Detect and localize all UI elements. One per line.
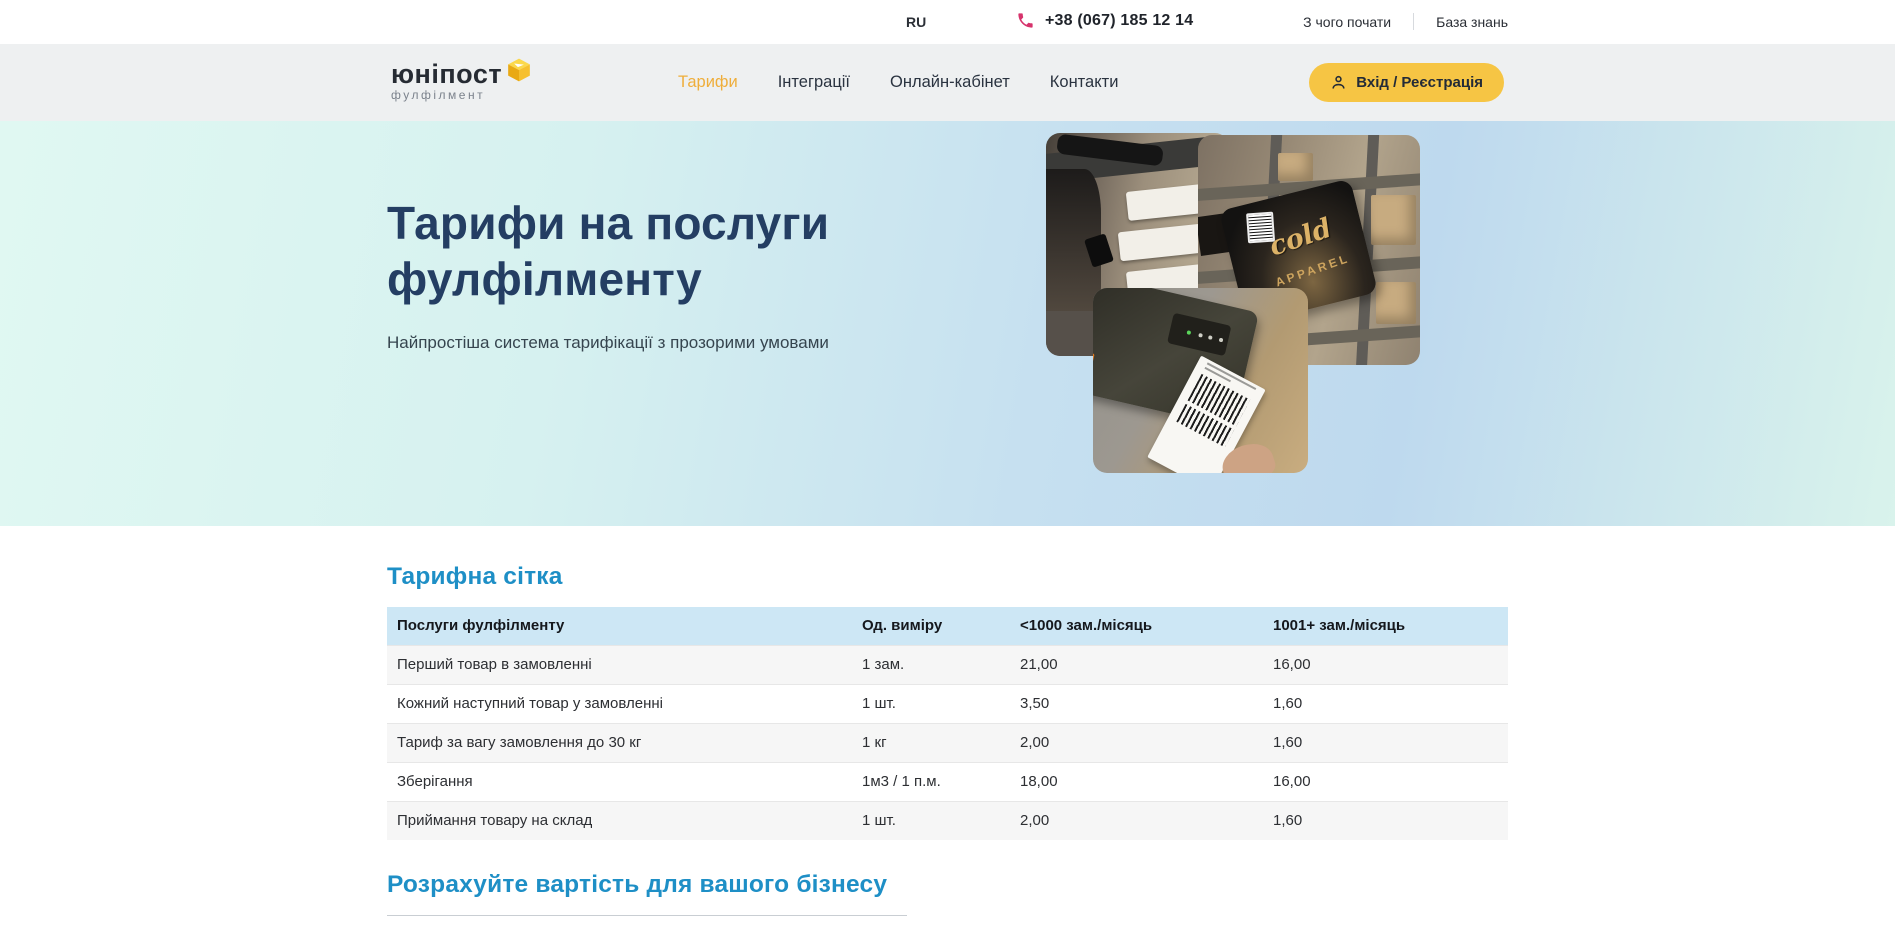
hero-section: Тарифи на послуги фулфілменту Найпростіш…: [0, 121, 1895, 526]
logo[interactable]: юніпост фулфілмент: [391, 61, 532, 102]
table-cell-unit: 1м3 / 1 п.м.: [852, 762, 1010, 801]
login-button-label: Вхід / Реєстрація: [1356, 74, 1483, 91]
table-cell-unit: 1 зам.: [852, 645, 1010, 684]
printer-latch-graphic: [1093, 350, 1094, 375]
table-cell-service: Приймання товару на склад: [387, 801, 852, 840]
printer-button-graphic: [1208, 335, 1213, 340]
next-section-edge: [387, 915, 907, 916]
topbar: RU +38 (067) 185 12 14 З чого почати Баз…: [0, 0, 1895, 44]
table-row: Зберігання 1м3 / 1 п.м. 18,00 16,00: [387, 762, 1508, 801]
table-cell-price-low: 2,00: [1010, 723, 1263, 762]
cardboard-box-graphic: [1376, 282, 1416, 323]
page-title: Тарифи на послуги фулфілменту: [387, 195, 947, 307]
topbar-link-getting-started[interactable]: З чого почати: [1303, 14, 1391, 30]
table-row: Тариф за вагу замовлення до 30 кг 1 кг 2…: [387, 723, 1508, 762]
table-cell-service: Зберігання: [387, 762, 852, 801]
hero-subtitle: Найпростіша система тарифікації з прозор…: [387, 333, 947, 353]
package-brand-text: cold: [1265, 213, 1335, 263]
phone-link[interactable]: +38 (067) 185 12 14: [1016, 11, 1193, 30]
table-header-row: Послуги фулфілменту Од. виміру <1000 зам…: [387, 607, 1508, 645]
table-row: Приймання товару на склад 1 шт. 2,00 1,6…: [387, 801, 1508, 840]
main-content: Тарифна сітка Послуги фулфілменту Од. ви…: [0, 526, 1895, 916]
table-cell-price-high: 1,60: [1263, 684, 1508, 723]
table-header-over-1001: 1001+ зам./місяць: [1263, 607, 1508, 645]
nav-item-cabinet[interactable]: Онлайн-кабінет: [890, 73, 1010, 92]
printer-led-graphic: [1186, 330, 1191, 335]
table-cell-service: Перший товар в замовленні: [387, 645, 852, 684]
cardboard-box-graphic: [1371, 195, 1415, 246]
header: юніпост фулфілмент Тарифи Інтеграції Онл…: [0, 44, 1895, 121]
label-printer-photo: [1093, 288, 1308, 473]
pricing-section-title: Тарифна сітка: [387, 563, 1508, 591]
table-row: Кожний наступний товар у замовленні 1 шт…: [387, 684, 1508, 723]
topbar-links: З чого почати База знань: [1303, 13, 1508, 30]
table-cell-price-low: 2,00: [1010, 801, 1263, 840]
table-row: Перший товар в замовленні 1 зам. 21,00 1…: [387, 645, 1508, 684]
table-cell-price-high: 16,00: [1263, 645, 1508, 684]
logo-tagline: фулфілмент: [391, 88, 502, 102]
logo-name: юніпост: [391, 61, 502, 87]
hero-text: Тарифи на послуги фулфілменту Найпростіш…: [387, 195, 947, 353]
printer-panel-graphic: [1167, 312, 1231, 355]
nav-item-integrations[interactable]: Інтеграції: [778, 73, 850, 92]
nav-item-contacts[interactable]: Контакти: [1050, 73, 1119, 92]
user-icon: [1330, 74, 1347, 91]
table-header-service: Послуги фулфілменту: [387, 607, 852, 645]
table-cell-price-high: 16,00: [1263, 762, 1508, 801]
table-cell-price-high: 1,60: [1263, 801, 1508, 840]
table-cell-unit: 1 шт.: [852, 684, 1010, 723]
printer-button-graphic: [1198, 332, 1203, 337]
table-cell-price-low: 18,00: [1010, 762, 1263, 801]
topbar-link-knowledge-base[interactable]: База знань: [1436, 14, 1508, 30]
printer-button-graphic: [1218, 337, 1223, 342]
language-switcher[interactable]: RU: [906, 14, 926, 30]
table-cell-unit: 1 шт.: [852, 801, 1010, 840]
pricing-table: Послуги фулфілменту Од. виміру <1000 зам…: [387, 607, 1508, 840]
logo-cube-icon: [506, 57, 532, 88]
table-cell-price-high: 1,60: [1263, 723, 1508, 762]
table-cell-unit: 1 кг: [852, 723, 1010, 762]
table-cell-service: Тариф за вагу замовлення до 30 кг: [387, 723, 852, 762]
login-button[interactable]: Вхід / Реєстрація: [1309, 63, 1504, 102]
nav-item-tariffs[interactable]: Тарифи: [678, 73, 738, 92]
table-cell-service: Кожний наступний товар у замовленні: [387, 684, 852, 723]
cardboard-box-graphic: [1278, 153, 1314, 181]
calculator-section-title: Розрахуйте вартість для вашого бізнесу: [387, 871, 1508, 899]
main-nav: Тарифи Інтеграції Онлайн-кабінет Контакт…: [678, 44, 1118, 121]
phone-icon: [1016, 11, 1035, 30]
table-cell-price-low: 21,00: [1010, 645, 1263, 684]
topbar-divider: [1413, 13, 1414, 30]
table-header-unit: Од. виміру: [852, 607, 1010, 645]
table-cell-price-low: 3,50: [1010, 684, 1263, 723]
table-header-under-1000: <1000 зам./місяць: [1010, 607, 1263, 645]
phone-number[interactable]: +38 (067) 185 12 14: [1045, 12, 1193, 30]
